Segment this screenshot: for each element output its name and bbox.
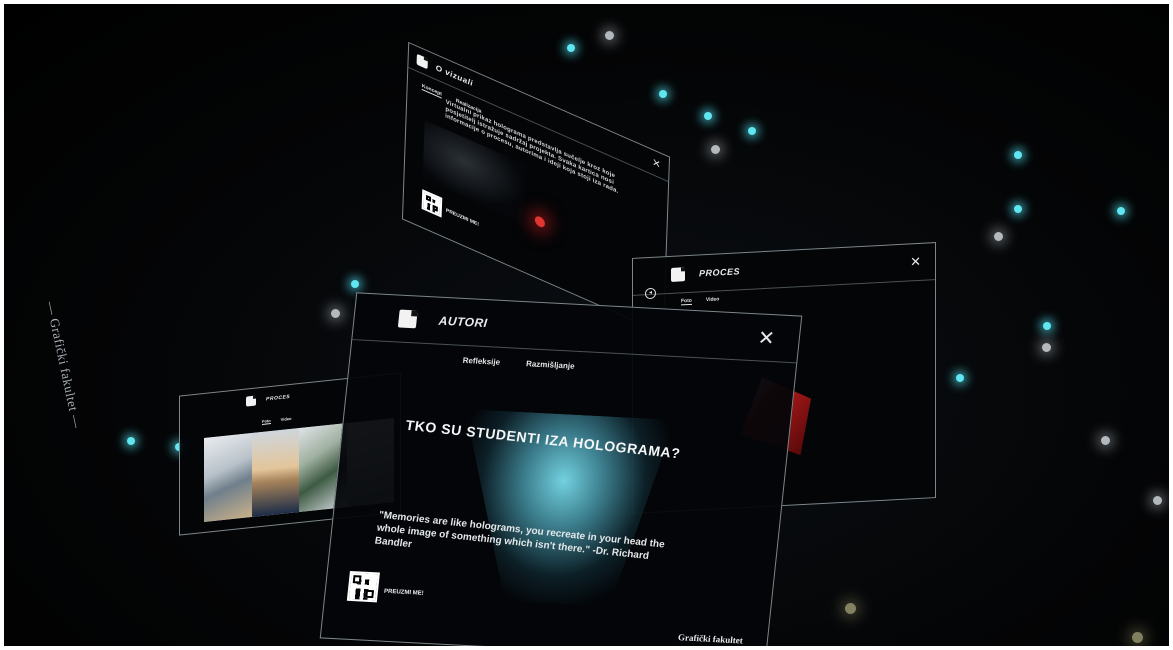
hologram-scene: — Grafički fakultet — O vizuali ✕ Koncep… — [0, 0, 1173, 650]
particle — [711, 145, 720, 154]
particle — [351, 280, 359, 288]
particle — [605, 31, 614, 40]
app-logo-icon — [246, 395, 256, 407]
particle — [994, 232, 1003, 241]
particle — [1132, 632, 1143, 643]
particle — [1014, 151, 1022, 159]
particle — [567, 44, 575, 52]
panel-tabs: Refleksije Razmišljanje — [462, 356, 575, 371]
tab-video[interactable]: Video — [281, 416, 292, 423]
panel-title: PROCES — [699, 266, 741, 279]
panel-title: O vizuali — [435, 62, 474, 88]
particle — [1014, 205, 1022, 213]
particle — [659, 90, 667, 98]
panel-title: PROCES — [266, 393, 291, 403]
particle — [127, 437, 135, 445]
panel-header: PROCES ✕ — [633, 243, 935, 296]
app-logo-icon — [416, 53, 428, 69]
particle — [1043, 322, 1051, 330]
back-arrow-icon[interactable]: ◂ — [645, 287, 656, 300]
close-icon[interactable]: ✕ — [757, 325, 776, 351]
side-caption: — Grafički fakultet — — [43, 300, 85, 430]
panel-tabs: Foto Video — [262, 416, 292, 425]
qr-label: PREUZMI ME! — [383, 588, 424, 597]
particle — [748, 127, 756, 135]
particle — [1042, 343, 1051, 352]
panel-tabs: Foto Video — [681, 296, 720, 306]
qr-code-icon — [421, 189, 443, 218]
tab-refleksije[interactable]: Refleksije — [462, 356, 500, 367]
particle — [1101, 436, 1110, 445]
particle — [1153, 496, 1162, 505]
tab-video[interactable]: Video — [706, 296, 720, 304]
close-icon[interactable]: ✕ — [652, 157, 661, 172]
faculty-footer: Grafički fakultet — [677, 632, 744, 646]
red-light — [534, 214, 546, 229]
app-logo-icon — [397, 309, 418, 329]
tab-foto[interactable]: Foto — [262, 418, 271, 425]
panel-title: AUTORI — [438, 313, 489, 331]
particle — [956, 374, 964, 382]
tab-foto[interactable]: Foto — [681, 297, 692, 306]
gallery-photo[interactable] — [204, 433, 252, 523]
tab-razmisljanje[interactable]: Razmišljanje — [526, 359, 575, 370]
autori-panel[interactable]: AUTORI ✕ Refleksije Razmišljanje TKO SU … — [319, 292, 803, 650]
close-icon[interactable]: ✕ — [910, 254, 921, 271]
particle — [331, 309, 340, 318]
particle — [1117, 207, 1125, 215]
app-logo-icon — [671, 267, 685, 282]
info-panel[interactable]: O vizuali ✕ Koncept Realizacija Virtualn… — [401, 41, 671, 335]
qr-code-icon — [346, 570, 380, 603]
qr-label: PREUZMI ME! — [445, 207, 480, 228]
tab-koncept[interactable]: Koncept — [421, 82, 442, 99]
particle — [704, 112, 712, 120]
particle — [845, 603, 856, 614]
gallery-photo[interactable] — [251, 428, 299, 518]
